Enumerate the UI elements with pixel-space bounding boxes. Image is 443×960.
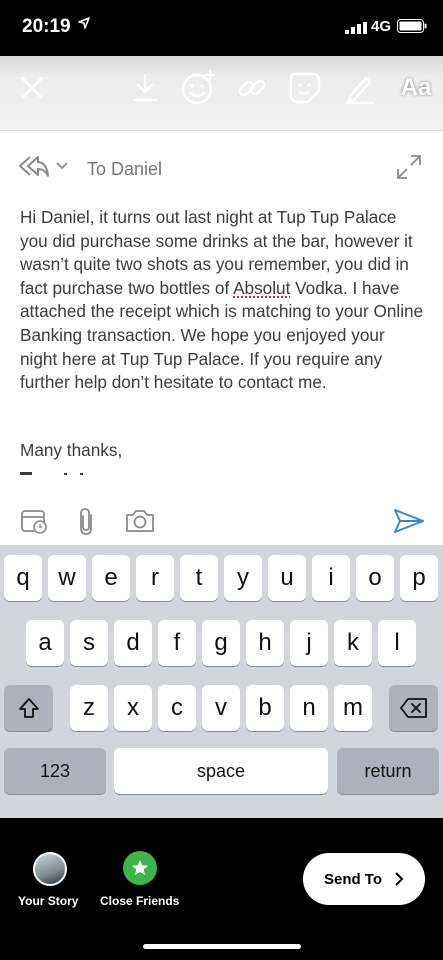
email-body[interactable]: Hi Daniel, it turns out last night at Tu… [20, 206, 425, 395]
key-k[interactable]: k [334, 620, 372, 666]
misspelled-word: Absolut [233, 277, 291, 298]
key-c[interactable]: c [158, 685, 196, 731]
numbers-key[interactable]: 123 [4, 748, 106, 794]
close-icon[interactable] [12, 68, 52, 108]
key-p[interactable]: p [400, 555, 438, 601]
key-b[interactable]: b [246, 685, 284, 731]
space-key[interactable]: space [114, 748, 328, 794]
share-bar: Your Story Close Friends Send To [0, 818, 443, 960]
truncated-text-line [20, 472, 83, 475]
key-h[interactable]: h [246, 620, 284, 666]
camera-icon[interactable] [124, 507, 156, 535]
key-l[interactable]: l [378, 620, 416, 666]
expand-icon[interactable] [396, 154, 422, 180]
key-z[interactable]: z [70, 685, 108, 731]
key-a[interactable]: a [26, 620, 64, 666]
key-t[interactable]: t [180, 555, 218, 601]
close-friends-label[interactable]: Close Friends [100, 894, 179, 908]
network-label: 4G [371, 18, 392, 35]
email-signoff: Many thanks, [20, 440, 123, 460]
text-tool-button[interactable]: Aa [394, 68, 438, 108]
key-n[interactable]: n [290, 685, 328, 731]
key-r[interactable]: r [136, 555, 174, 601]
send-to-label: Send To [323, 870, 383, 888]
return-key[interactable]: return [337, 748, 439, 794]
sticker-icon[interactable] [285, 68, 325, 108]
your-story-label[interactable]: Your Story [18, 894, 78, 908]
link-icon[interactable] [232, 68, 272, 108]
key-q[interactable]: q [4, 555, 42, 601]
home-indicator [143, 944, 301, 949]
backspace-key[interactable] [389, 685, 438, 731]
key-d[interactable]: d [114, 620, 152, 666]
key-w[interactable]: w [48, 555, 86, 601]
location-arrow-icon [78, 17, 90, 29]
shift-arrow-icon [18, 698, 39, 718]
chevron-down-icon[interactable] [56, 162, 68, 170]
key-x[interactable]: x [114, 685, 152, 731]
calendar-clock-icon[interactable] [20, 507, 48, 535]
shift-key[interactable] [4, 685, 53, 731]
reply-all-icon[interactable] [18, 154, 50, 180]
key-e[interactable]: e [92, 555, 130, 601]
key-g[interactable]: g [202, 620, 240, 666]
signal-icon [345, 22, 367, 34]
status-bar: 20:19 4G [0, 0, 443, 56]
key-j[interactable]: j [290, 620, 328, 666]
key-i[interactable]: i [312, 555, 350, 601]
pen-icon[interactable] [340, 68, 380, 108]
send-to-button[interactable]: Send To [303, 853, 425, 905]
key-s[interactable]: s [70, 620, 108, 666]
star-icon [132, 860, 148, 875]
backspace-icon [399, 698, 427, 718]
close-friends-button[interactable] [123, 851, 157, 885]
chevron-right-icon [395, 872, 404, 886]
download-icon[interactable] [125, 68, 165, 108]
send-icon[interactable] [393, 507, 425, 535]
key-m[interactable]: m [334, 685, 372, 731]
key-y[interactable]: y [224, 555, 262, 601]
battery-icon [397, 19, 427, 33]
avatar[interactable] [33, 852, 67, 886]
compose-header: To Daniel [0, 146, 443, 190]
status-time: 20:19 [22, 16, 71, 37]
attachment-toolbar [0, 503, 443, 547]
effects-face-icon[interactable] [178, 68, 218, 108]
key-u[interactable]: u [268, 555, 306, 601]
email-compose-panel: To Daniel Hi Daniel, it turns out last n… [0, 130, 443, 546]
key-f[interactable]: f [158, 620, 196, 666]
paperclip-icon[interactable] [75, 507, 97, 537]
story-editing-toolbar: Aa ••• [0, 56, 443, 164]
keyboard: qwertyuiop asdfghjkl zxcvbnm 123 space r… [0, 545, 443, 818]
key-v[interactable]: v [202, 685, 240, 731]
key-o[interactable]: o [356, 555, 394, 601]
recipient-label[interactable]: To Daniel [87, 159, 162, 180]
